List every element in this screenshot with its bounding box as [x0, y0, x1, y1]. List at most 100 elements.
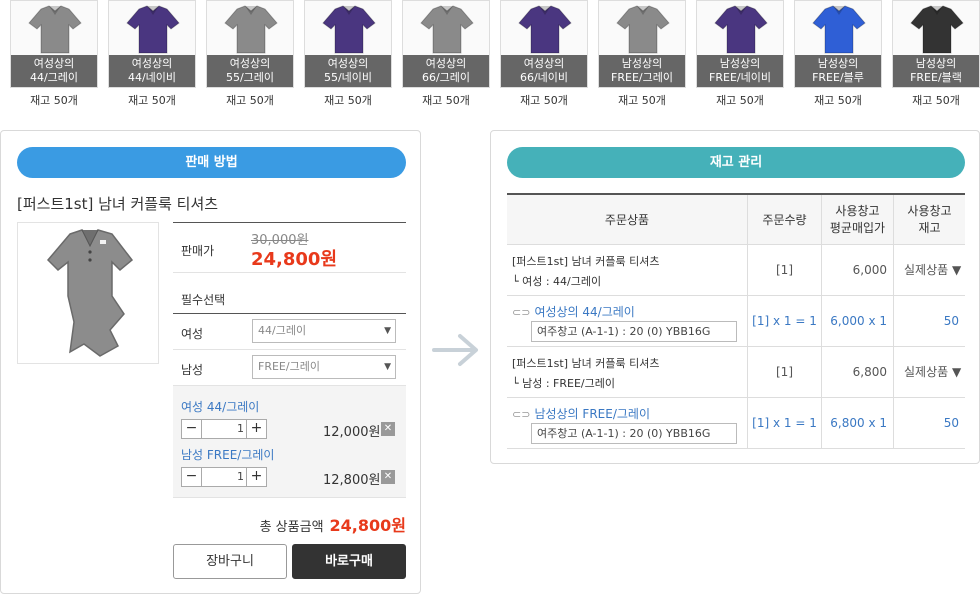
product-thumbnail[interactable]: 여성상의 44/그레이재고 50개 — [10, 0, 98, 108]
thumbnail-caption-line1: 남성상의 — [817, 57, 859, 70]
thumbnail-caption-line2: 44/네이비 — [127, 71, 177, 84]
thumbnail-caption-line1: 여성상의 — [131, 57, 173, 70]
sale-price: 24,800원 — [251, 249, 338, 270]
order-qty: [1] — [747, 347, 821, 398]
price-row: 판매가 30,000원 24,800원 — [173, 223, 406, 273]
polo-shirt-icon — [46, 229, 134, 357]
thumbnail-stock: 재고 50개 — [618, 94, 666, 107]
thumbnail-stock: 재고 50개 — [226, 94, 274, 107]
col-avg-cost: 사용창고 평균매입가 — [821, 195, 893, 245]
remove-icon[interactable]: ✕ — [381, 422, 395, 436]
thumbnail-stock: 재고 50개 — [814, 94, 862, 107]
col-avg-cost-l2: 평균매입가 — [829, 221, 886, 235]
col-product: 주문상품 — [604, 213, 650, 227]
product-cell: ⊂⊃ 여성상의 44/그레이 여주창고 (A-1-1) : 20 (0) YBB1… — [507, 296, 747, 347]
product-thumbnail[interactable]: 남성상의 FREE/네이비 재고 50개 — [696, 0, 784, 108]
buy-now-button[interactable]: 바로구매 — [292, 544, 406, 579]
order-product-name: [퍼스트1st] 남녀 커플룩 티셔츠 — [512, 255, 660, 268]
product-thumbnail[interactable]: 여성상의 44/네이비재고 50개 — [108, 0, 196, 108]
thumbnail-image: 여성상의 66/네이비 — [500, 0, 588, 88]
link-icon: ⊂⊃ — [512, 306, 531, 319]
product-thumbnail[interactable]: 여성상의 55/네이비 재고 50개 — [304, 0, 392, 108]
thumbnail-caption: 여성상의 66/네이비 — [501, 55, 587, 87]
thumbnail-caption-line2: 55/네이비 — [323, 71, 373, 84]
sales-panel: 판매 방법 [퍼스트1st] 남녀 커플룩 티셔츠 판매가 30,000원 24… — [0, 130, 421, 594]
plus-button[interactable]: + — [246, 468, 266, 486]
minus-button[interactable]: − — [182, 468, 202, 486]
product-thumbnail[interactable]: 여성상의 55/그레이재고 50개 — [206, 0, 294, 108]
quantity-value[interactable]: 1 — [204, 470, 244, 483]
quantity-stepper: − 1 + — [181, 419, 267, 439]
table-row: [퍼스트1st] 남녀 커플룩 티셔츠 └ 여성 : 44/그레이 [1] 6,… — [507, 245, 965, 296]
product-image — [17, 222, 159, 364]
thumbnail-stock: 재고 50개 — [128, 94, 176, 107]
thumbnail-caption-line2: FREE/블루 — [812, 71, 864, 84]
women-option-select[interactable]: 44/그레이 ▼ — [252, 319, 396, 343]
price-label: 판매가 — [181, 244, 215, 258]
table-row: [퍼스트1st] 남녀 커플룩 티셔츠 └ 남성 : FREE/그레이 [1] … — [507, 347, 965, 398]
product-cell: [퍼스트1st] 남녀 커플룩 티셔츠 └ 여성 : 44/그레이 — [507, 245, 747, 296]
thumbnail-caption: 여성상의 66/그레이 — [403, 55, 489, 87]
option-label: 남성 — [181, 363, 204, 377]
thumbnail-caption-line1: 여성상의 — [33, 57, 75, 70]
option-row-women: 여성 44/그레이 ▼ — [173, 314, 406, 350]
thumbnail-caption-line2: FREE/그레이 — [611, 71, 673, 84]
cart-button[interactable]: 장바구니 — [173, 544, 287, 579]
remove-icon[interactable]: ✕ — [381, 470, 395, 484]
thumbnail-stock: 재고 50개 — [30, 94, 78, 107]
thumbnail-caption: 여성상의 44/그레이 — [11, 55, 97, 87]
product-cell: [퍼스트1st] 남녀 커플룩 티셔츠 └ 남성 : FREE/그레이 — [507, 347, 747, 398]
thumbnail-caption-line1: 여성상의 — [523, 57, 565, 70]
thumbnail-caption-line2: FREE/네이비 — [709, 71, 771, 84]
linked-product-label: 여성상의 44/그레이 — [534, 305, 635, 319]
thumbnail-image: 여성상의 44/네이비 — [108, 0, 196, 88]
thumbnail-caption-line1: 여성상의 — [327, 57, 369, 70]
thumbnail-image: 여성상의 66/그레이 — [402, 0, 490, 88]
inventory-table: 주문상품 주문수량 사용창고 평균매입가 사용창고 재고 [퍼스트1st] 남녀… — [507, 193, 965, 449]
thumbnail-caption-line1: 남성상의 — [719, 57, 761, 70]
selected-item-name: 여성 44/그레이 — [181, 400, 260, 414]
thumbnail-caption-line2: 66/네이비 — [519, 71, 569, 84]
order-product-option: └ 남성 : FREE/그레이 — [512, 377, 615, 390]
thumbnail-image: 남성상의 FREE/그레이 — [598, 0, 686, 88]
plus-button[interactable]: + — [246, 420, 266, 438]
select-value: FREE/그레이 — [258, 360, 320, 373]
stock-type-dropdown[interactable]: 실제상품 ▼ — [893, 245, 965, 296]
product-thumbnail[interactable]: 여성상의 66/네이비 재고 50개 — [500, 0, 588, 108]
thumbnail-caption-line1: 남성상의 — [915, 57, 957, 70]
product-thumbnail[interactable]: 남성상의 FREE/블랙 재고 50개 — [892, 0, 980, 108]
product-thumbnail[interactable]: 남성상의 FREE/블루재고 50개 — [794, 0, 882, 108]
avg-cost: 6,800 x 1 — [821, 398, 893, 449]
total-label: 총 상품금액 — [259, 520, 324, 535]
thumbnail-caption-line1: 여성상의 — [425, 57, 467, 70]
inventory-header: 재고 관리 — [507, 147, 965, 178]
warehouse-field[interactable]: 여주창고 (A-1-1) : 20 (0) YBB16G — [531, 321, 737, 342]
men-option-select[interactable]: FREE/그레이 ▼ — [252, 355, 396, 379]
stock-type-dropdown[interactable]: 실제상품 ▼ — [893, 347, 965, 398]
quantity-stepper: − 1 + — [181, 467, 267, 487]
col-avg-cost-l1: 사용창고 — [835, 204, 880, 218]
selected-item-price: 12,000원 — [323, 425, 381, 440]
quantity-value[interactable]: 1 — [204, 422, 244, 435]
order-qty: [1] x 1 = 1 — [747, 398, 821, 449]
table-header: 주문상품 주문수량 사용창고 평균매입가 사용창고 재고 — [507, 195, 965, 245]
product-thumbnail[interactable]: 여성상의 66/그레이재고 50개 — [402, 0, 490, 108]
linked-product[interactable]: ⊂⊃ 여성상의 44/그레이 — [512, 303, 635, 320]
selected-items: 여성 44/그레이 − 1 + 12,000원 ✕ 남성 FREE/그레이 − … — [173, 386, 406, 498]
minus-button[interactable]: − — [182, 420, 202, 438]
total-amount: 총 상품금액 24,800원 — [173, 512, 406, 536]
col-stock-l2: 재고 — [918, 221, 941, 235]
col-stock-l1: 사용창고 — [907, 204, 952, 218]
table-row: ⊂⊃ 남성상의 FREE/그레이 여주창고 (A-1-1) : 20 (0) YB… — [507, 398, 965, 449]
thumbnail-image: 여성상의 55/그레이 — [206, 0, 294, 88]
arrow-right-icon — [432, 334, 478, 366]
product-cell: ⊂⊃ 남성상의 FREE/그레이 여주창고 (A-1-1) : 20 (0) YB… — [507, 398, 747, 449]
inventory-panel: 재고 관리 주문상품 주문수량 사용창고 평균매입가 사용창고 재고 [퍼스트1… — [490, 130, 980, 464]
warehouse-field[interactable]: 여주창고 (A-1-1) : 20 (0) YBB16G — [531, 423, 737, 444]
selected-item-price: 12,800원 — [323, 473, 381, 488]
linked-product[interactable]: ⊂⊃ 남성상의 FREE/그레이 — [512, 405, 650, 422]
thumbnail-stock: 재고 50개 — [422, 94, 470, 107]
thumbnail-caption: 여성상의 44/네이비 — [109, 55, 195, 87]
product-thumbnail[interactable]: 남성상의 FREE/그레이재고 50개 — [598, 0, 686, 108]
chevron-down-icon: ▼ — [384, 362, 391, 372]
